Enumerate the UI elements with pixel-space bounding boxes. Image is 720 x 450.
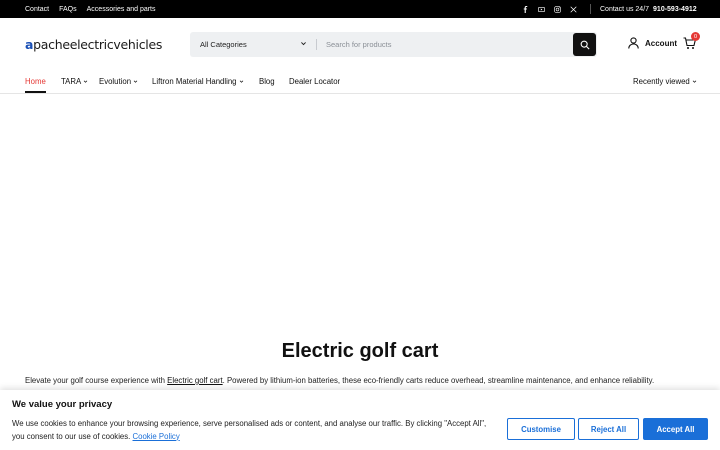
nav-label: Liftron Material Handling [152,77,237,86]
cookie-title: We value your privacy [12,399,113,410]
desc-text-before: Elevate your golf course experience with [25,376,168,385]
page-title: Electric golf cart [281,340,439,362]
category-select-value: All Categories [200,40,247,49]
logo-text: pacheelectricvehicles [33,37,163,52]
contact-label: Contact us 24/7 [600,5,650,13]
header: apacheelectricvehicles All Categories Ac… [0,18,720,70]
search-button[interactable] [573,33,596,56]
chevron-down-icon [239,80,243,83]
topbar-divider [590,4,591,14]
top-bar: Contact FAQs Accessories and parts Conta… [0,0,720,18]
top-links: Contact FAQs Accessories and parts [25,0,156,18]
nav-item-liftron[interactable]: Liftron Material Handling [152,70,244,93]
account-label: Account [645,38,677,48]
cookie-banner: We value your privacy We use cookies to … [0,390,720,450]
search-separator [316,39,317,50]
facebook-icon[interactable] [522,5,529,13]
reject-all-button[interactable]: Reject All [578,418,639,440]
nav-label: Evolution [99,77,132,86]
logo-mark: a [25,37,34,52]
youtube-icon[interactable] [538,6,545,13]
main-nav: Home TARA Evolution Liftron Material Han… [0,70,720,94]
nav-item-home[interactable]: Home [25,70,46,93]
search-icon [580,40,590,50]
nav-item-dealer-locator[interactable]: Dealer Locator [289,70,340,93]
instagram-icon[interactable] [554,5,561,13]
account-link[interactable]: Account [628,37,677,49]
chevron-down-icon [301,42,306,46]
category-select[interactable]: All Categories [200,32,247,57]
logo[interactable]: apacheelectricvehicles [25,37,162,52]
accept-all-button[interactable]: Accept All [643,418,708,440]
nav-label: Blog [259,77,275,86]
cart-count-badge: 0 [691,32,700,41]
nav-item-blog[interactable]: Blog [259,70,275,93]
chevron-down-icon [692,80,697,83]
recently-viewed-label: Recently viewed [633,77,690,86]
contact-link[interactable]: Contact [25,6,49,13]
cookie-text: We use cookies to enhance your browsing … [12,418,497,443]
desc-text-after: . Powered by lithium-ion batteries, thes… [222,376,655,385]
nav-label: Home [25,77,46,86]
faqs-link[interactable]: FAQs [59,6,77,13]
nav-item-tara[interactable]: TARA [61,70,88,93]
cookie-policy-link[interactable]: Cookie Policy [133,432,180,441]
search-bar: All Categories [190,32,597,57]
nav-label: Dealer Locator [289,77,341,86]
customise-button[interactable]: Customise [507,418,575,440]
cookie-body: We use cookies to enhance your browsing … [12,419,487,441]
social-links [522,0,577,18]
recently-viewed-dropdown[interactable]: Recently viewed [633,70,697,93]
contact-info: Contact us 24/7 910-593-4912 [600,0,697,18]
chevron-down-icon [133,80,138,83]
cart-button[interactable]: 0 [683,32,700,51]
nav-label: TARA [61,77,82,86]
chevron-down-icon [83,80,88,83]
user-icon [628,37,639,49]
nav-item-evolution[interactable]: Evolution [99,70,138,93]
search-input[interactable] [326,32,566,57]
phone-number[interactable]: 910-593-4912 [653,6,697,13]
accessories-link[interactable]: Accessories and parts [87,6,156,13]
category-description: Elevate your golf course experience with… [25,375,695,387]
electric-golf-cart-link[interactable]: Electric golf cart [167,376,222,385]
x-icon[interactable] [570,5,577,13]
